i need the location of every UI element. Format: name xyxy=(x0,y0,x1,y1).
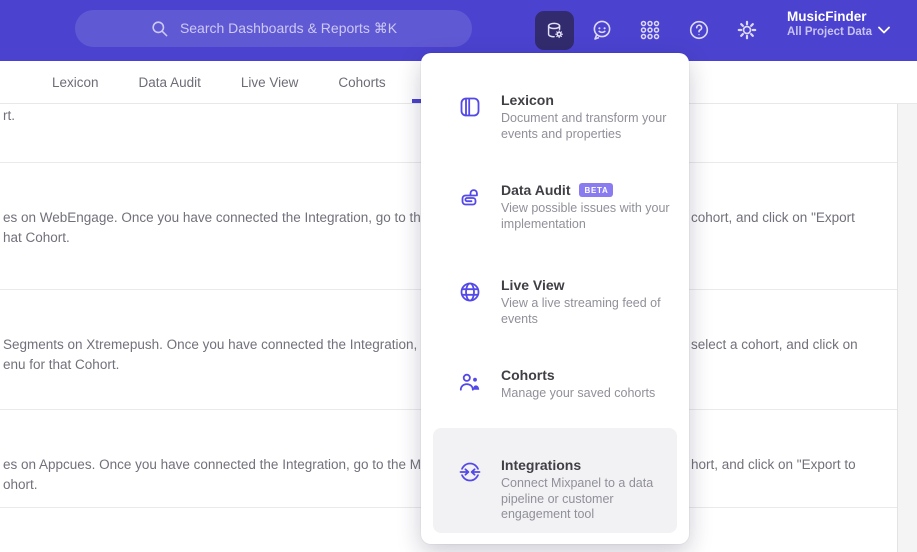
sync-arrows-icon xyxy=(458,460,482,489)
row-text: enu for that Cohort. xyxy=(3,357,120,372)
data-management-button[interactable] xyxy=(535,11,574,50)
menu-item-cohorts[interactable]: Cohorts Manage your saved cohorts xyxy=(433,367,677,402)
menu-item-title: Live View xyxy=(501,277,565,293)
audit-lock-icon xyxy=(458,185,482,214)
row-text: Segments on Xtremepush. Once you have co… xyxy=(3,337,418,352)
search-placeholder: Search Dashboards & Reports ⌘K xyxy=(179,20,398,36)
row-text: hat Cohort. xyxy=(3,230,70,245)
help-button[interactable] xyxy=(687,18,711,42)
row-text: hort, and click on "Export to xyxy=(691,457,856,472)
menu-item-integrations[interactable]: Integrations Connect Mixpanel to a data … xyxy=(433,428,677,533)
search-input[interactable]: Search Dashboards & Reports ⌘K xyxy=(75,10,472,47)
menu-item-title: Data Audit xyxy=(501,182,571,198)
tab-cohorts[interactable]: Cohorts xyxy=(338,75,385,90)
tab-data-audit[interactable]: Data Audit xyxy=(139,75,201,90)
data-management-dropdown: Lexicon Document and transform your even… xyxy=(421,53,689,544)
row-text: es on WebEngage. Once you have connected… xyxy=(3,210,429,225)
feedback-button[interactable] xyxy=(590,18,614,42)
project-switcher[interactable]: MusicFinder All Project Data xyxy=(787,8,872,40)
database-gear-icon xyxy=(544,20,566,42)
row-text: rt. xyxy=(3,108,15,123)
tab-live-view[interactable]: Live View xyxy=(241,75,299,90)
top-navbar: Search Dashboards & Reports ⌘K MusicFind… xyxy=(0,0,917,61)
menu-item-lexicon[interactable]: Lexicon Document and transform your even… xyxy=(433,92,677,142)
menu-item-description: Manage your saved cohorts xyxy=(501,386,656,400)
tab-lexicon[interactable]: Lexicon xyxy=(52,75,99,90)
chevron-down-icon[interactable] xyxy=(878,26,890,34)
menu-item-description: Connect Mixpanel to a data pipeline or c… xyxy=(501,476,654,521)
menu-item-description: Document and transform your events and p… xyxy=(501,111,667,141)
search-icon xyxy=(150,19,169,38)
menu-item-description: View possible issues with your implement… xyxy=(501,201,670,231)
menu-item-title: Lexicon xyxy=(501,92,554,108)
project-name: MusicFinder xyxy=(787,9,867,24)
menu-item-description: View a live streaming feed of events xyxy=(501,296,661,326)
row-text: cohort, and click on "Export xyxy=(691,210,855,225)
globe-icon xyxy=(458,280,482,309)
menu-item-title: Cohorts xyxy=(501,367,555,383)
row-text: es on Appcues. Once you have connected t… xyxy=(3,457,422,472)
dots-grid-icon xyxy=(638,18,662,42)
row-text: select a cohort, and click on xyxy=(691,337,858,352)
settings-button[interactable] xyxy=(735,18,759,42)
gear-icon xyxy=(735,18,759,42)
question-circle-icon xyxy=(687,18,711,42)
menu-item-data-audit[interactable]: Data Audit BETA View possible issues wit… xyxy=(433,182,677,232)
chat-smiley-icon xyxy=(590,18,614,42)
row-text: ohort. xyxy=(3,477,38,492)
beta-badge: BETA xyxy=(579,182,614,197)
menu-item-live-view[interactable]: Live View View a live streaming feed of … xyxy=(433,277,677,327)
people-icon xyxy=(458,370,482,399)
page-right-gutter xyxy=(897,104,917,552)
project-scope: All Project Data xyxy=(787,26,872,38)
menu-item-title: Integrations xyxy=(501,457,582,473)
apps-menu-button[interactable] xyxy=(638,18,662,42)
book-icon xyxy=(458,95,482,124)
